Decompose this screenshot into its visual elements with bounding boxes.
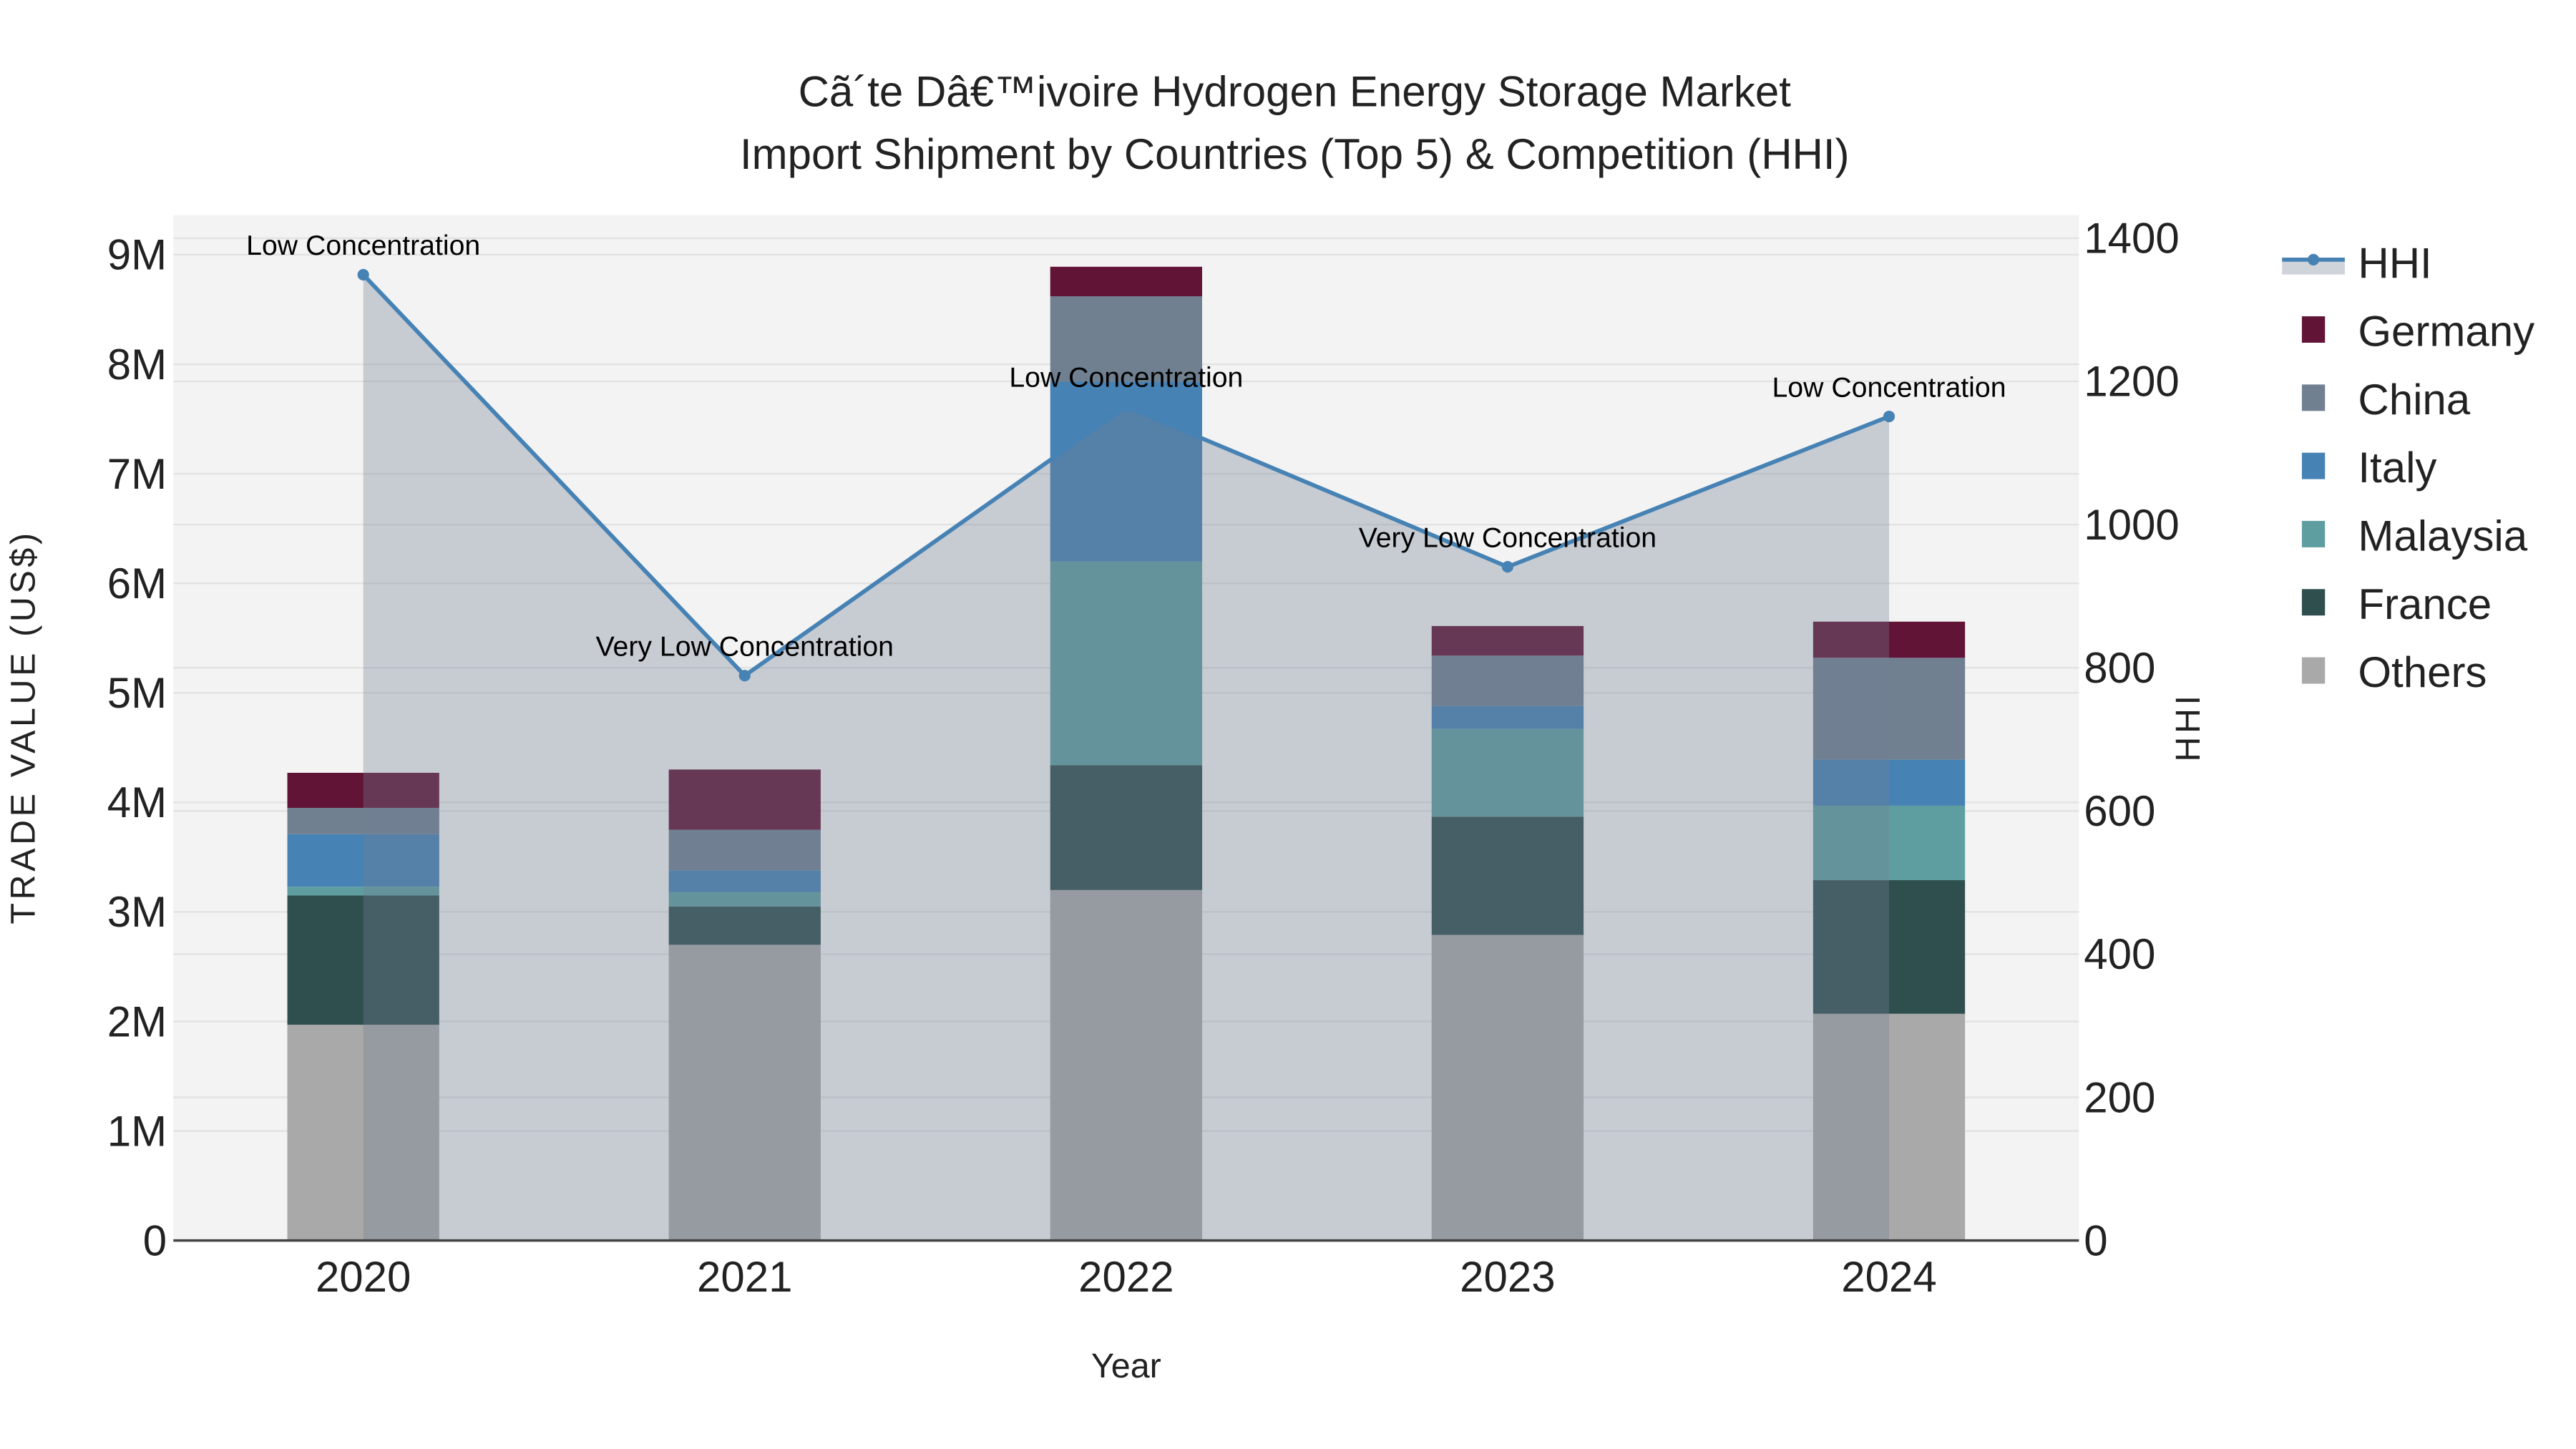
chart: 0 1M 2M 3M 4M 5M 6M 7M 8M 9M 0 200 400 600 800 1000 120… xyxy=(4,67,2534,1385)
y-tick-label: 8M xyxy=(107,341,167,389)
legend-swatch xyxy=(2301,316,2326,343)
legend-label: Germany xyxy=(2358,308,2534,356)
y-tick-label: 2M xyxy=(107,997,167,1045)
legend-item-others[interactable]: Others xyxy=(2301,648,2487,696)
y2-tick-label: 1000 xyxy=(2084,501,2179,549)
legend-label: HHI xyxy=(2358,239,2431,287)
hhi-annotation: Low Concentration xyxy=(1009,361,1243,393)
legend-item-malaysia[interactable]: Malaysia xyxy=(2301,512,2528,560)
y2-tick-label: 1400 xyxy=(2084,215,2179,263)
y-tick-label: 5M xyxy=(107,669,167,717)
y-axis-ticks: 0 1M 2M 3M 4M 5M 6M 7M 8M 9M xyxy=(107,231,167,1265)
y2-tick-label: 600 xyxy=(2084,787,2155,835)
x-tick-label: 2023 xyxy=(1460,1253,1555,1301)
x-tick-label: 2024 xyxy=(1841,1253,1936,1301)
legend-label: France xyxy=(2358,580,2492,628)
legend-label: Italy xyxy=(2358,444,2436,492)
y2-tick-label: 200 xyxy=(2084,1073,2155,1121)
hhi-point-2022 xyxy=(1120,400,1132,413)
bar-germany-2022 xyxy=(1050,266,1202,297)
y-tick-label: 9M xyxy=(107,231,167,279)
legend-item-hhi[interactable]: HHI xyxy=(2282,239,2432,287)
legend-swatch xyxy=(2301,589,2326,616)
legend-item-italy[interactable]: Italy xyxy=(2301,444,2437,492)
y2-tick-label: 400 xyxy=(2084,930,2155,978)
legend-item-france[interactable]: France xyxy=(2301,580,2492,628)
y-axis-title: TRADE VALUE (US$) xyxy=(4,530,42,924)
chart-subtitle: Import Shipment by Countries (Top 5) & C… xyxy=(740,130,1850,178)
x-axis-ticks: 2020 2021 2022 2023 2024 xyxy=(316,1253,1937,1301)
y-tick-label: 6M xyxy=(107,560,167,608)
y-tick-label: 7M xyxy=(107,450,167,498)
x-axis-title: Year xyxy=(1091,1347,1161,1385)
hhi-point-2024 xyxy=(1883,410,1896,423)
y2-tick-label: 0 xyxy=(2084,1216,2107,1264)
hhi-point-2020 xyxy=(357,268,369,280)
hhi-annotation: Low Concentration xyxy=(1772,371,2006,403)
y-tick-label: 3M xyxy=(107,888,167,936)
hhi-point-2023 xyxy=(1501,561,1513,573)
legend-swatch xyxy=(2301,657,2326,684)
legend-label: China xyxy=(2358,376,2470,424)
legend-swatch xyxy=(2301,520,2326,547)
hhi-annotation: Very Low Concentration xyxy=(1359,522,1657,553)
y2-tick-label: 1200 xyxy=(2084,358,2179,406)
x-tick-label: 2022 xyxy=(1078,1253,1174,1301)
y2-tick-label: 800 xyxy=(2084,644,2155,692)
legend-swatch xyxy=(2301,384,2326,411)
y2-axis-title: HHI xyxy=(2169,692,2207,761)
legend: HHI Germany China Italy Malaysia France Others xyxy=(2282,239,2534,696)
legend-marker-icon xyxy=(2308,253,2320,265)
hhi-annotation: Low Concentration xyxy=(246,230,480,261)
y-tick-label: 0 xyxy=(143,1216,167,1264)
legend-swatch xyxy=(2301,452,2326,479)
y-tick-label: 4M xyxy=(107,779,167,826)
hhi-annotation: Very Low Concentration xyxy=(596,631,894,663)
chart-title: Cã´te Dâ€™ivoire Hydrogen Energy Storage… xyxy=(799,67,1792,115)
hhi-point-2021 xyxy=(738,670,751,682)
y2-axis-ticks: 0 200 400 600 800 1000 1200 1400 xyxy=(2084,215,2179,1265)
x-tick-label: 2021 xyxy=(697,1253,792,1301)
y-tick-label: 1M xyxy=(107,1107,167,1155)
legend-item-germany[interactable]: Germany xyxy=(2301,308,2534,356)
legend-label: Malaysia xyxy=(2358,512,2527,560)
legend-item-china[interactable]: China xyxy=(2301,376,2471,424)
x-tick-label: 2020 xyxy=(316,1253,411,1301)
legend-label: Others xyxy=(2358,648,2487,696)
